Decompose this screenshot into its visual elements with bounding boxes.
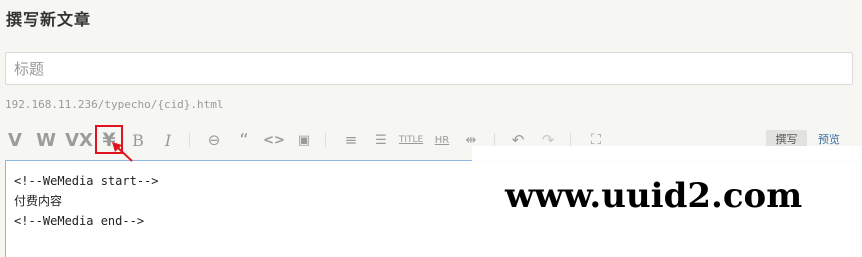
code-icon[interactable]: <> xyxy=(263,128,285,152)
toolbar-divider xyxy=(570,133,571,147)
ordered-list-icon[interactable]: ≡ xyxy=(342,128,360,152)
v-plugin-icon[interactable]: V xyxy=(7,128,23,152)
vx-plugin-icon[interactable]: VX xyxy=(65,128,93,152)
horizontal-rule-icon[interactable]: HR xyxy=(433,128,451,152)
tab-write[interactable]: 撰写 xyxy=(766,130,807,147)
w-plugin-icon[interactable]: W xyxy=(36,128,56,152)
image-icon[interactable]: ▣ xyxy=(295,128,313,152)
permalink-text: 192.168.11.236/typecho/{cid}.html xyxy=(5,98,224,111)
yuan-paid-content-icon[interactable]: ¥ xyxy=(98,128,120,152)
toolbar-divider xyxy=(494,133,495,147)
toolbar-divider xyxy=(325,133,326,147)
bold-icon[interactable]: B xyxy=(130,128,146,152)
tab-preview[interactable]: 预览 xyxy=(818,130,840,147)
toolbar-divider xyxy=(189,133,190,147)
unordered-list-icon[interactable]: ☰ xyxy=(372,128,390,152)
write-post-page: 撰写新文章 192.168.11.236/typecho/{cid}.html … xyxy=(0,0,862,257)
quote-icon[interactable]: “ xyxy=(235,128,253,152)
post-title-input[interactable] xyxy=(5,52,853,85)
heading-icon[interactable]: TITLE xyxy=(399,128,423,152)
link-icon[interactable]: ⊖ xyxy=(204,128,224,152)
watermark-text: www.uuid2.com xyxy=(505,176,803,216)
italic-icon[interactable]: I xyxy=(160,128,176,152)
page-title: 撰写新文章 xyxy=(6,10,92,29)
